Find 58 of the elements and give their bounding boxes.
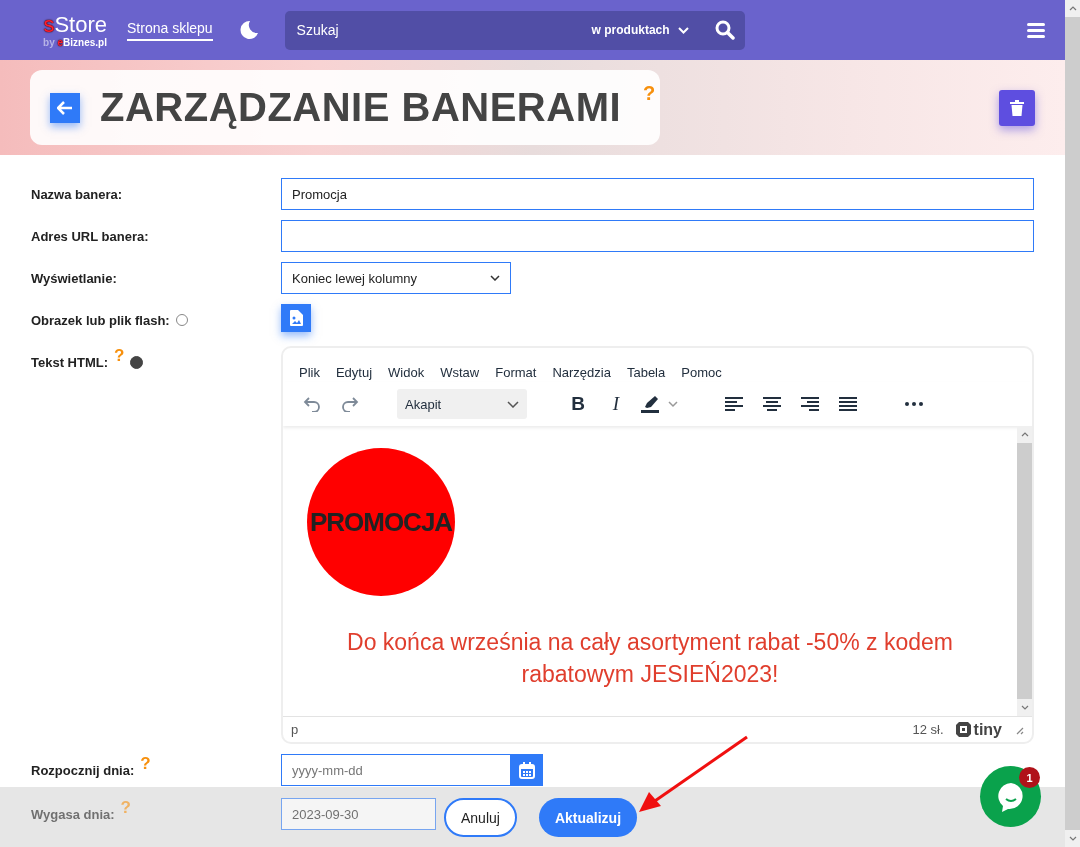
- search-icon[interactable]: [714, 20, 735, 40]
- chat-bubble-icon: [995, 780, 1026, 813]
- update-button[interactable]: Aktualizuj: [538, 798, 638, 837]
- editor-logo[interactable]: tiny: [955, 720, 1002, 739]
- menu-item[interactable]: Format: [489, 362, 543, 382]
- chevron-down-icon: [677, 26, 689, 34]
- image-file-button[interactable]: [281, 304, 311, 332]
- image-file-icon: [289, 310, 303, 326]
- back-arrow-icon: [57, 100, 73, 115]
- menu-icon[interactable]: [1027, 22, 1045, 38]
- trash-icon: [1010, 99, 1024, 116]
- back-button[interactable]: [50, 92, 80, 123]
- word-count: 12 sł.: [912, 722, 944, 737]
- shop-link[interactable]: Strona sklepu: [127, 19, 213, 41]
- chevron-down-icon: [490, 275, 500, 281]
- menu-item[interactable]: Wstaw: [434, 362, 486, 382]
- bold-button[interactable]: B: [561, 389, 595, 419]
- page-title: ZARZĄDZANIE BANERAMI: [100, 85, 622, 130]
- chevron-down-icon: [507, 400, 519, 408]
- search-input[interactable]: Szukaj: [294, 21, 586, 39]
- dropdown[interactable]: Koniec lewej kolumny: [281, 262, 511, 294]
- field-label: Nazwa banera:: [31, 186, 123, 202]
- format-dropdown[interactable]: Akapit: [397, 389, 527, 419]
- scrollbar[interactable]: [1017, 426, 1032, 716]
- moon-icon[interactable]: [238, 20, 259, 40]
- promo-badge: PROMOCJA: [307, 448, 455, 596]
- scroll-down-icon[interactable]: [1068, 836, 1077, 841]
- calendar-icon: [519, 761, 535, 779]
- field-label: Rozpocznij dnia:: [31, 762, 135, 778]
- menu-item[interactable]: Plik: [293, 362, 326, 382]
- date-field[interactable]: yyyy-mm-dd: [281, 754, 511, 786]
- radio-button[interactable]: [130, 355, 144, 369]
- element-path: p: [291, 722, 299, 737]
- search-scope-dropdown[interactable]: w produktach: [585, 22, 695, 38]
- delete-button[interactable]: [999, 89, 1035, 126]
- field-label: Wyświetlanie:: [31, 270, 117, 286]
- scroll-down-icon[interactable]: [1020, 705, 1029, 710]
- menu-item[interactable]: Edytuj: [329, 362, 379, 382]
- menu-item[interactable]: Narzędzia: [546, 362, 617, 382]
- search-bar[interactable]: Szukaj w produktach: [284, 10, 745, 50]
- menu-item[interactable]: Widok: [382, 362, 431, 382]
- promo-text: Do końca września na cały asortyment rabat -50% z kodem rabatowym JESIEŃ2023!: [346, 628, 954, 689]
- field-label: Obrazek lub plik flash:: [31, 312, 170, 328]
- field-label: Tekst HTML:: [31, 354, 109, 370]
- cancel-button[interactable]: Anuluj: [444, 798, 517, 837]
- scroll-up-icon[interactable]: [1068, 6, 1077, 11]
- scroll-up-icon[interactable]: [1020, 432, 1029, 437]
- calendar-button[interactable]: [511, 754, 543, 786]
- menu-item[interactable]: Tabela: [620, 362, 672, 382]
- italic-button[interactable]: I: [599, 389, 633, 419]
- field-label: Wygasa dnia:: [31, 806, 115, 822]
- menu-item[interactable]: Pomoc: [675, 362, 728, 382]
- date-field[interactable]: 2023-09-30: [281, 798, 436, 830]
- field-label: Adres URL banera:: [31, 228, 149, 244]
- text-field[interactable]: Promocja: [281, 178, 1034, 210]
- scrollbar[interactable]: [1065, 0, 1080, 847]
- store-logo[interactable]: sStore by eBiznes.pl: [20, 12, 107, 48]
- text-field[interactable]: [281, 220, 1034, 252]
